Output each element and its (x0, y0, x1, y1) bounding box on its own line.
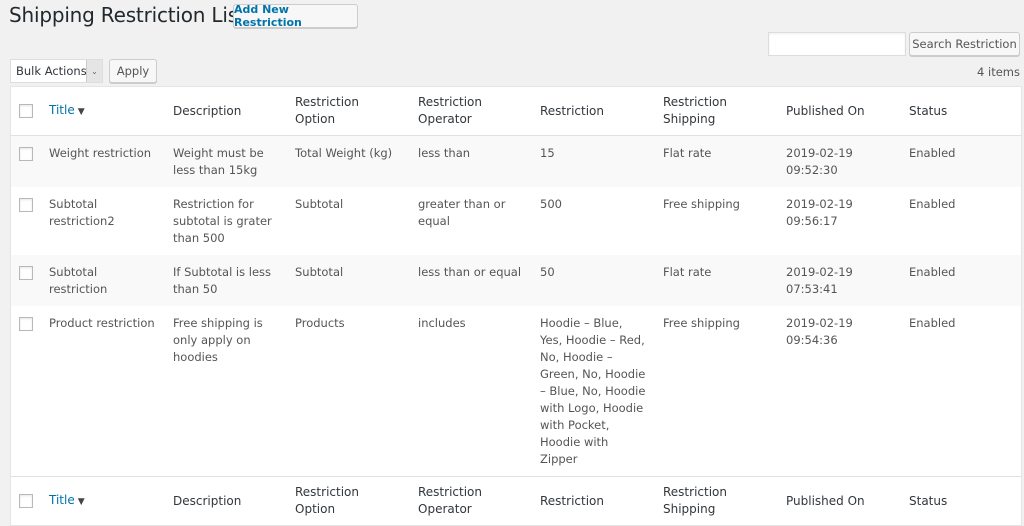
cell-shipping: Flat rate (663, 265, 712, 279)
table-row: Product restriction Free shipping is onl… (11, 306, 1021, 477)
cell-status: Enabled (909, 146, 956, 160)
column-header-status: Status (909, 103, 948, 118)
column-header-operator: Restriction Operator (418, 95, 482, 126)
cell-shipping: Free shipping (663, 316, 740, 330)
cell-status: Enabled (909, 265, 956, 279)
caret-down-icon: ▼ (77, 496, 85, 507)
page-title: Shipping Restriction List (9, 3, 246, 27)
column-header-shipping: Restriction Shipping (663, 95, 727, 126)
table-row: Subtotal restriction2 Restriction for su… (11, 187, 1021, 255)
cell-status: Enabled (909, 197, 956, 211)
chevron-down-icon[interactable]: ⌄ (86, 60, 102, 82)
cell-restriction: 50 (540, 265, 555, 279)
items-count: 4 items (977, 65, 1020, 79)
apply-button[interactable]: Apply (109, 59, 157, 83)
cell-title[interactable]: Subtotal restriction (41, 255, 165, 306)
cell-published: 2019-02-19 07:53:41 (786, 265, 853, 296)
cell-operator: greater than or equal (418, 197, 506, 228)
column-footer-status: Status (909, 493, 948, 508)
cell-shipping: Free shipping (663, 197, 740, 211)
column-footer-description: Description (173, 493, 242, 508)
cell-restriction: 500 (540, 197, 562, 211)
column-footer-restriction: Restriction (540, 493, 604, 508)
table-footer-row: Title ▼ Description Restriction Option Re… (11, 476, 1021, 526)
cell-option: Products (295, 316, 345, 330)
table-row: Subtotal restriction If Subtotal is less… (11, 255, 1021, 306)
cell-description: Free shipping is only apply on hoodies (173, 316, 263, 364)
cell-option: Subtotal (295, 265, 344, 279)
table-header-row: Title ▼ Description Restriction Option Re… (11, 87, 1021, 136)
cell-published: 2019-02-19 09:56:17 (786, 197, 853, 228)
cell-title[interactable]: Weight restriction (41, 136, 165, 188)
cell-option: Subtotal (295, 197, 344, 211)
cell-description: Restriction for subtotal is grater than … (173, 197, 272, 245)
column-footer-operator: Restriction Operator (418, 485, 482, 516)
cell-title[interactable]: Product restriction (41, 306, 165, 477)
caret-down-icon: ▼ (77, 106, 85, 117)
column-footer-published: Published On (786, 493, 865, 508)
cell-operator: less than (418, 146, 471, 160)
bulk-actions-selected: Bulk Actions (16, 64, 87, 78)
cell-status: Enabled (909, 316, 956, 330)
cell-published: 2019-02-19 09:54:36 (786, 316, 853, 347)
column-header-description: Description (173, 103, 242, 118)
table-row: Weight restriction Weight must be less t… (11, 135, 1021, 188)
column-footer-option: Restriction Option (295, 485, 359, 516)
restrictions-table: Title ▼ Description Restriction Option Re… (10, 86, 1022, 526)
cell-shipping: Flat rate (663, 146, 712, 160)
row-checkbox[interactable] (19, 198, 33, 212)
row-checkbox[interactable] (19, 147, 33, 161)
bulk-actions-select[interactable]: Bulk Actions ⌄ (10, 59, 103, 83)
column-header-title[interactable]: Title ▼ (41, 87, 165, 136)
cell-description: Weight must be less than 15kg (173, 146, 264, 177)
cell-restriction: 15 (540, 146, 555, 160)
column-footer-title[interactable]: Title ▼ (41, 477, 165, 526)
cell-description: If Subtotal is less than 50 (173, 265, 272, 296)
row-checkbox[interactable] (19, 266, 33, 280)
search-input[interactable] (768, 32, 906, 56)
column-header-restriction: Restriction (540, 103, 604, 118)
cell-operator: includes (418, 316, 466, 330)
row-checkbox[interactable] (19, 317, 33, 331)
column-header-published: Published On (786, 103, 865, 118)
cell-published: 2019-02-19 09:52:30 (786, 146, 853, 177)
column-header-option: Restriction Option (295, 95, 359, 126)
select-all-checkbox[interactable] (19, 104, 33, 118)
search-restriction-button[interactable]: Search Restriction (909, 32, 1020, 56)
cell-option: Total Weight (kg) (295, 146, 393, 160)
add-new-restriction-button[interactable]: Add New Restriction (233, 3, 358, 29)
column-footer-shipping: Restriction Shipping (663, 485, 727, 516)
cell-restriction: Hoodie – Blue, Yes, Hoodie – Red, No, Ho… (540, 316, 646, 466)
cell-title[interactable]: Subtotal restriction2 (41, 187, 165, 255)
cell-operator: less than or equal (418, 265, 522, 279)
select-all-checkbox-footer[interactable] (19, 494, 33, 508)
